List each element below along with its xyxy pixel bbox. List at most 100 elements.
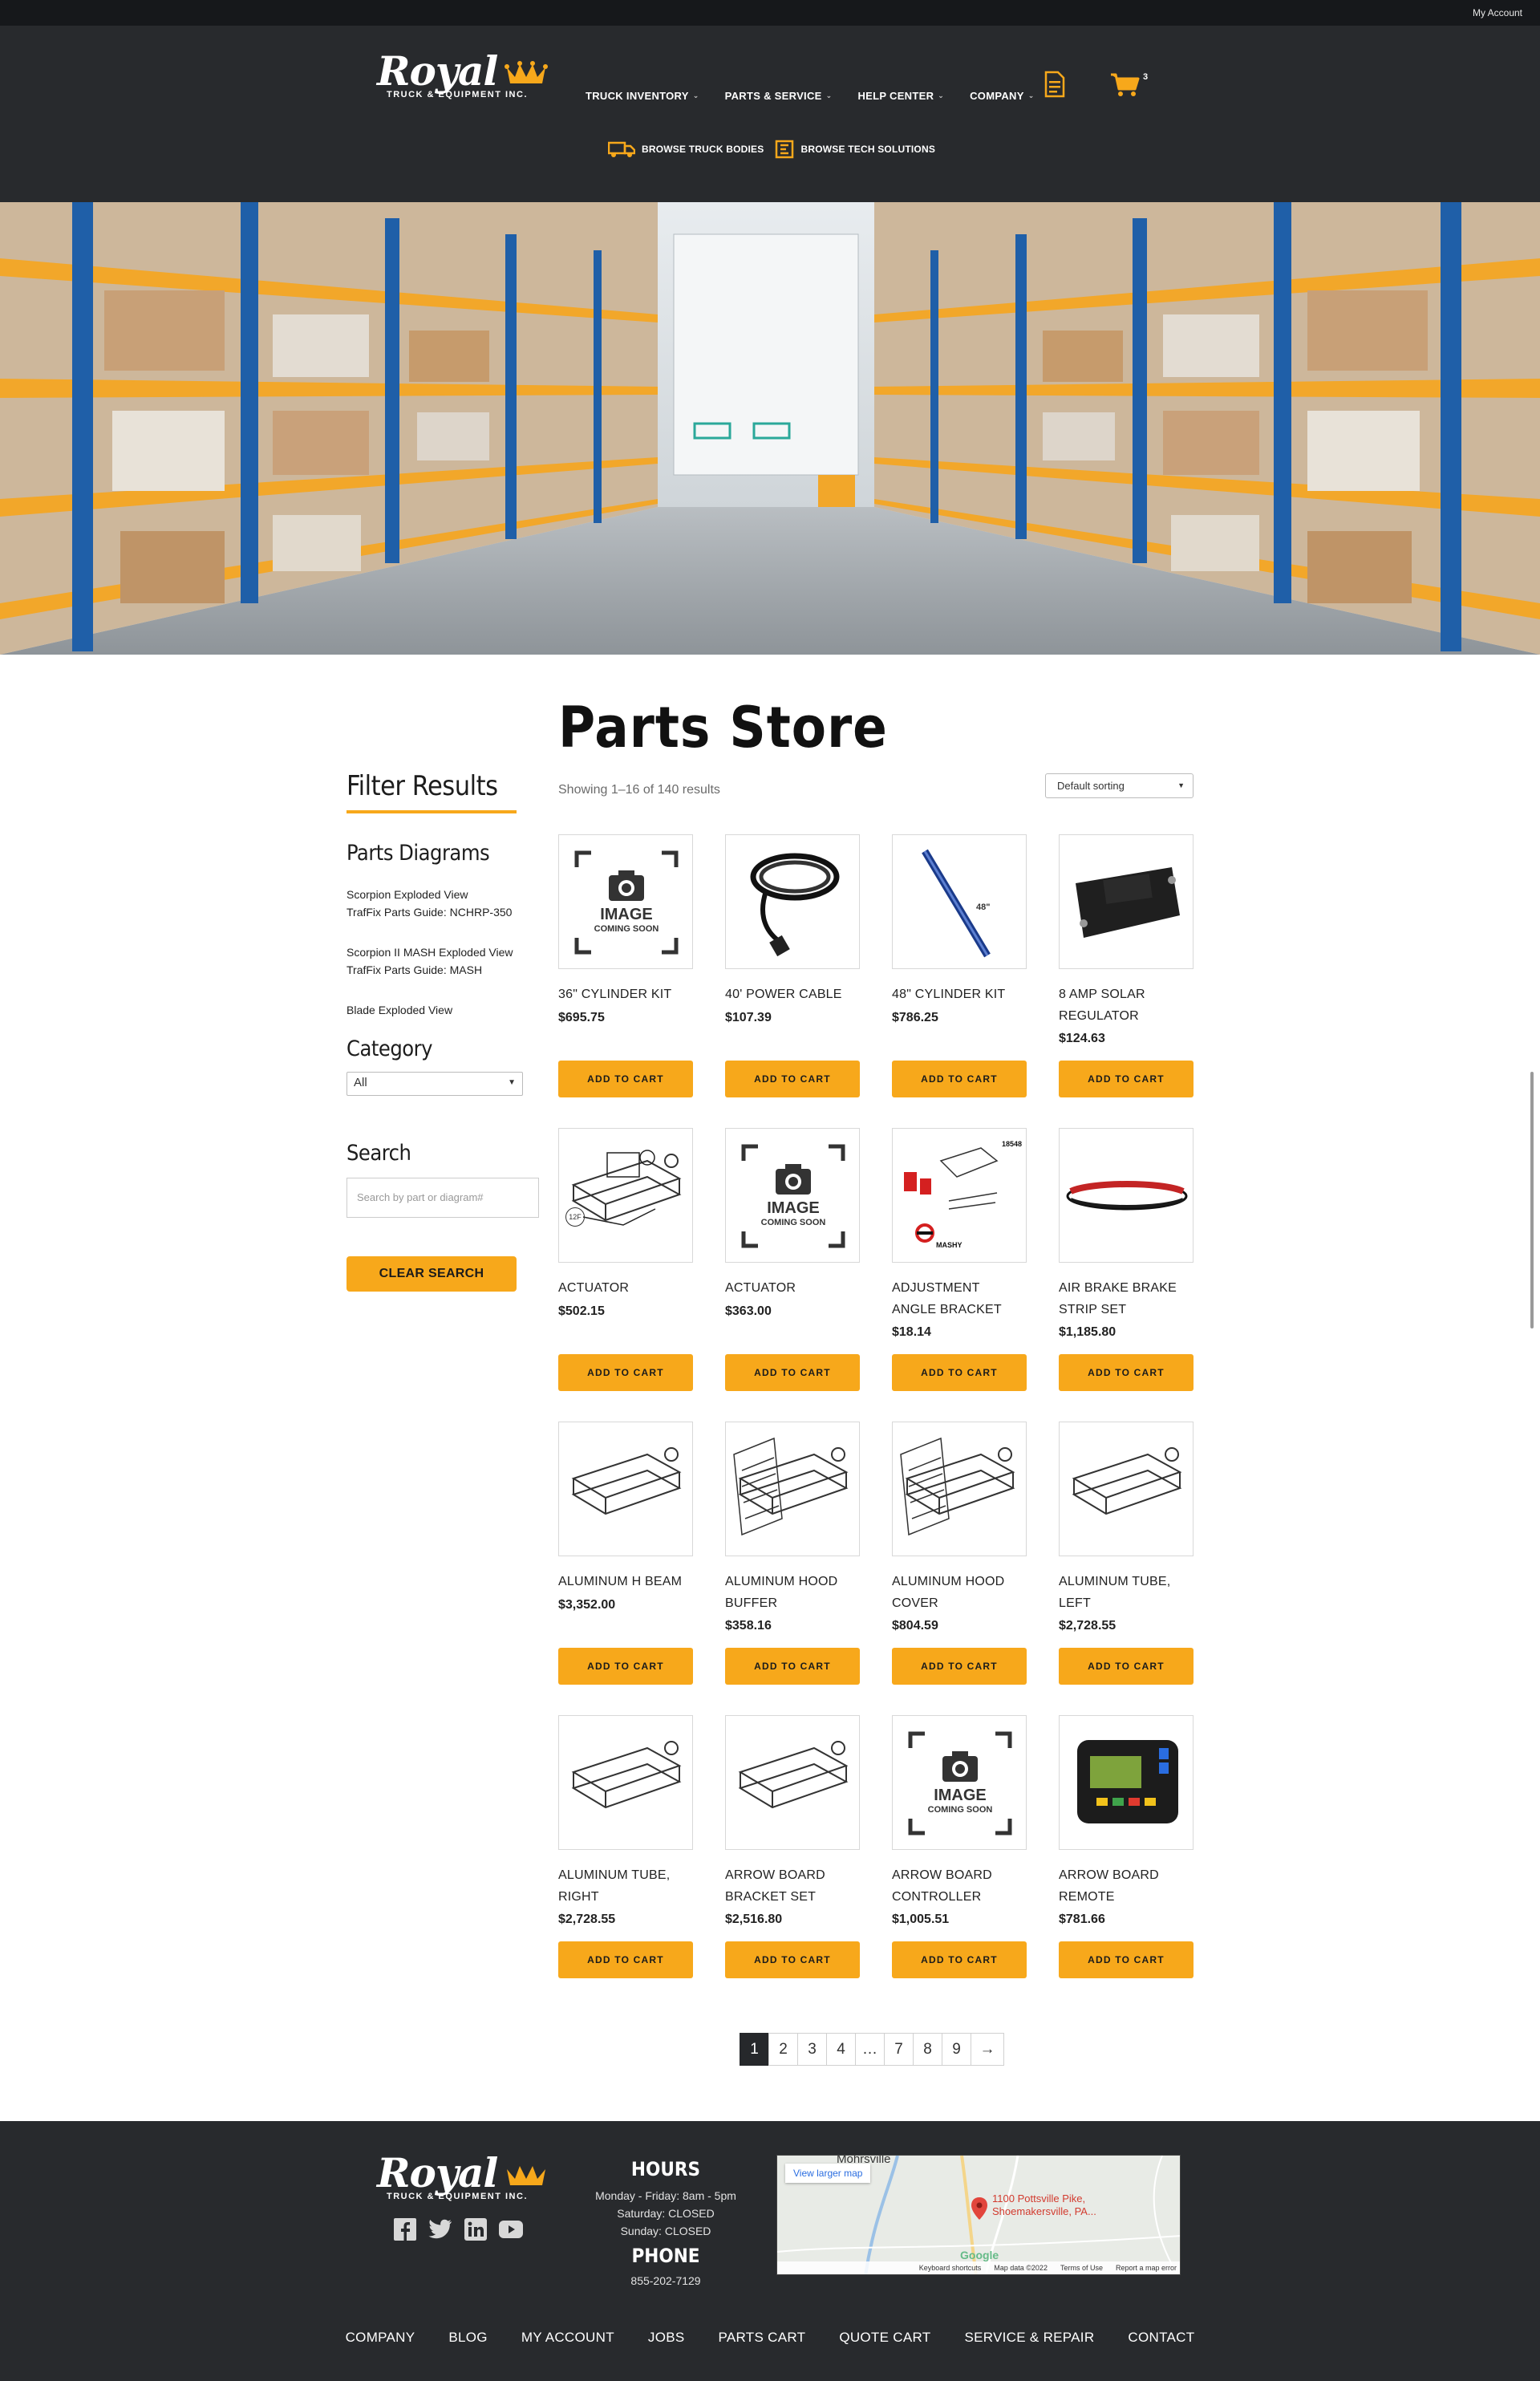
product-name[interactable]: ALUMINUM H BEAM [558, 1571, 693, 1592]
product-image[interactable] [1059, 1128, 1194, 1263]
linkedin-icon[interactable] [464, 2217, 488, 2241]
next-page-arrow-icon[interactable]: → [971, 2033, 1004, 2066]
product-image[interactable]: 12F [558, 1128, 693, 1263]
add-to-cart-button[interactable]: ADD TO CART [558, 1354, 693, 1391]
add-to-cart-button[interactable]: ADD TO CART [558, 1941, 693, 1978]
page-link[interactable]: 3 [797, 2033, 827, 2066]
product-image[interactable]: IMAGE COMING SOON [892, 1715, 1027, 1850]
product-name[interactable]: ALUMINUM TUBE, LEFT [1059, 1571, 1194, 1614]
diagram-link[interactable]: TrafFix Parts Guide: NCHRP-350 [346, 903, 512, 921]
search-input[interactable]: Search by part or diagram# [346, 1178, 539, 1218]
product-image[interactable] [725, 1422, 860, 1556]
diagram-link[interactable]: Scorpion Exploded View [346, 886, 468, 903]
page-link[interactable]: 9 [942, 2033, 971, 2066]
product-image[interactable] [1059, 1422, 1194, 1556]
add-to-cart-button[interactable]: ADD TO CART [892, 1354, 1027, 1391]
product-name[interactable]: ACTUATOR [725, 1277, 860, 1299]
add-to-cart-button[interactable]: ADD TO CART [558, 1061, 693, 1097]
product-image[interactable]: 18548 MASHY [892, 1128, 1027, 1263]
product-image[interactable] [892, 1422, 1027, 1556]
nav-label: TRUCK INVENTORY [586, 90, 689, 102]
footer-link-blog[interactable]: BLOG [448, 2330, 487, 2346]
product-image[interactable] [558, 1715, 693, 1850]
product-image[interactable] [1059, 834, 1194, 969]
page-link[interactable]: 7 [884, 2033, 914, 2066]
cart-icon[interactable] [1110, 72, 1141, 98]
product-image[interactable]: IMAGE COMING SOON [558, 834, 693, 969]
map-footer-link[interactable]: Keyboard shortcuts [919, 2264, 982, 2272]
twitter-icon[interactable] [428, 2217, 452, 2241]
footer-link-jobs[interactable]: JOBS [648, 2330, 685, 2346]
browse-tech-solutions-link[interactable]: BROWSE TECH SOLUTIONS [775, 140, 935, 159]
map-footer-link[interactable]: Terms of Use [1060, 2264, 1103, 2272]
nav-help-center[interactable]: HELP CENTER ⌄ [857, 90, 944, 102]
add-to-cart-button[interactable]: ADD TO CART [1059, 1354, 1194, 1391]
phone-number[interactable]: 855-202-7129 [553, 2272, 778, 2290]
footer-logo[interactable]: Royal TRUCK & EQUIPMENT INC. [377, 2153, 553, 2209]
quote-document-icon[interactable] [1044, 71, 1065, 98]
brand-tagline: TRUCK & EQUIPMENT INC. [387, 90, 528, 99]
product-name[interactable]: ALUMINUM HOOD COVER [892, 1571, 1027, 1614]
product-name[interactable]: AIR BRAKE BRAKE STRIP SET [1059, 1277, 1194, 1320]
tech-solutions-icon [776, 140, 794, 159]
location-map[interactable]: Mohrsville View larger map 1100 Pottsvil… [776, 2155, 1181, 2275]
category-select[interactable]: All ▼ [346, 1072, 523, 1096]
footer-link-company[interactable]: COMPANY [346, 2330, 415, 2346]
page-link[interactable]: 2 [768, 2033, 798, 2066]
facebook-icon[interactable] [393, 2217, 417, 2241]
product-name[interactable]: ADJUSTMENT ANGLE BRACKET [892, 1277, 1027, 1320]
footer-link-quote-cart[interactable]: QUOTE CART [839, 2330, 930, 2346]
product-name[interactable]: ARROW BOARD CONTROLLER [892, 1864, 1027, 1908]
product-name[interactable]: 40' POWER CABLE [725, 984, 860, 1005]
product-image[interactable]: IMAGE COMING SOON [725, 1128, 860, 1263]
product-image[interactable] [725, 1715, 860, 1850]
product-name[interactable]: ACTUATOR [558, 1277, 693, 1299]
add-to-cart-button[interactable]: ADD TO CART [1059, 1648, 1194, 1685]
map-footer-link[interactable]: Report a map error [1116, 2264, 1177, 2272]
product-name[interactable]: ALUMINUM HOOD BUFFER [725, 1571, 860, 1614]
product-image[interactable] [725, 834, 860, 969]
add-to-cart-button[interactable]: ADD TO CART [1059, 1061, 1194, 1097]
add-to-cart-button[interactable]: ADD TO CART [558, 1648, 693, 1685]
product-image[interactable] [1059, 1715, 1194, 1850]
nav-truck-inventory[interactable]: TRUCK INVENTORY ⌄ [586, 90, 699, 102]
my-account-link[interactable]: My Account [1473, 7, 1522, 18]
product-image[interactable]: 48" [892, 834, 1027, 969]
add-to-cart-button[interactable]: ADD TO CART [725, 1354, 860, 1391]
scrollbar[interactable] [1530, 1072, 1534, 1328]
add-to-cart-button[interactable]: ADD TO CART [1059, 1941, 1194, 1978]
add-to-cart-button[interactable]: ADD TO CART [725, 1061, 860, 1097]
sort-select[interactable]: Default sorting ▼ [1045, 773, 1194, 798]
page-link[interactable]: 1 [740, 2033, 769, 2066]
page-link[interactable]: 8 [913, 2033, 942, 2066]
coming-soon-label: IMAGE [767, 1199, 820, 1217]
footer-link-parts-cart[interactable]: PARTS CART [719, 2330, 806, 2346]
diagram-link[interactable]: Scorpion II MASH Exploded View [346, 943, 513, 961]
add-to-cart-button[interactable]: ADD TO CART [892, 1941, 1027, 1978]
diagram-link[interactable]: TrafFix Parts Guide: MASH [346, 961, 482, 979]
product-name[interactable]: 36" CYLINDER KIT [558, 984, 693, 1005]
browse-truck-bodies-link[interactable]: BROWSE TRUCK BODIES [608, 140, 764, 158]
footer-link-my-account[interactable]: MY ACCOUNT [521, 2330, 614, 2346]
footer-link-service-repair[interactable]: SERVICE & REPAIR [964, 2330, 1094, 2346]
add-to-cart-button[interactable]: ADD TO CART [725, 1648, 860, 1685]
product-image[interactable] [558, 1422, 693, 1556]
add-to-cart-button[interactable]: ADD TO CART [892, 1648, 1027, 1685]
product-name[interactable]: ALUMINUM TUBE, RIGHT [558, 1864, 693, 1908]
footer-link-contact[interactable]: CONTACT [1128, 2330, 1194, 2346]
product-name[interactable]: ARROW BOARD BRACKET SET [725, 1864, 860, 1908]
nav-parts-service[interactable]: PARTS & SERVICE ⌄ [725, 90, 833, 102]
product-name[interactable]: 8 AMP SOLAR REGULATOR [1059, 984, 1194, 1027]
youtube-icon[interactable] [499, 2217, 523, 2241]
diagram-link[interactable]: Blade Exploded View [346, 1001, 452, 1019]
page-link[interactable]: 4 [826, 2033, 856, 2066]
view-larger-map-link[interactable]: View larger map [785, 2164, 871, 2183]
hours-heading: HOURS [630, 2158, 701, 2180]
add-to-cart-button[interactable]: ADD TO CART [725, 1941, 860, 1978]
clear-search-button[interactable]: CLEAR SEARCH [346, 1256, 517, 1292]
add-to-cart-button[interactable]: ADD TO CART [892, 1061, 1027, 1097]
product-name[interactable]: 48" CYLINDER KIT [892, 984, 1027, 1005]
nav-company[interactable]: COMPANY ⌄ [970, 90, 1034, 102]
brand-logo[interactable]: Royal TRUCK & EQUIPMENT INC. [377, 51, 553, 107]
product-name[interactable]: ARROW BOARD REMOTE [1059, 1864, 1194, 1908]
